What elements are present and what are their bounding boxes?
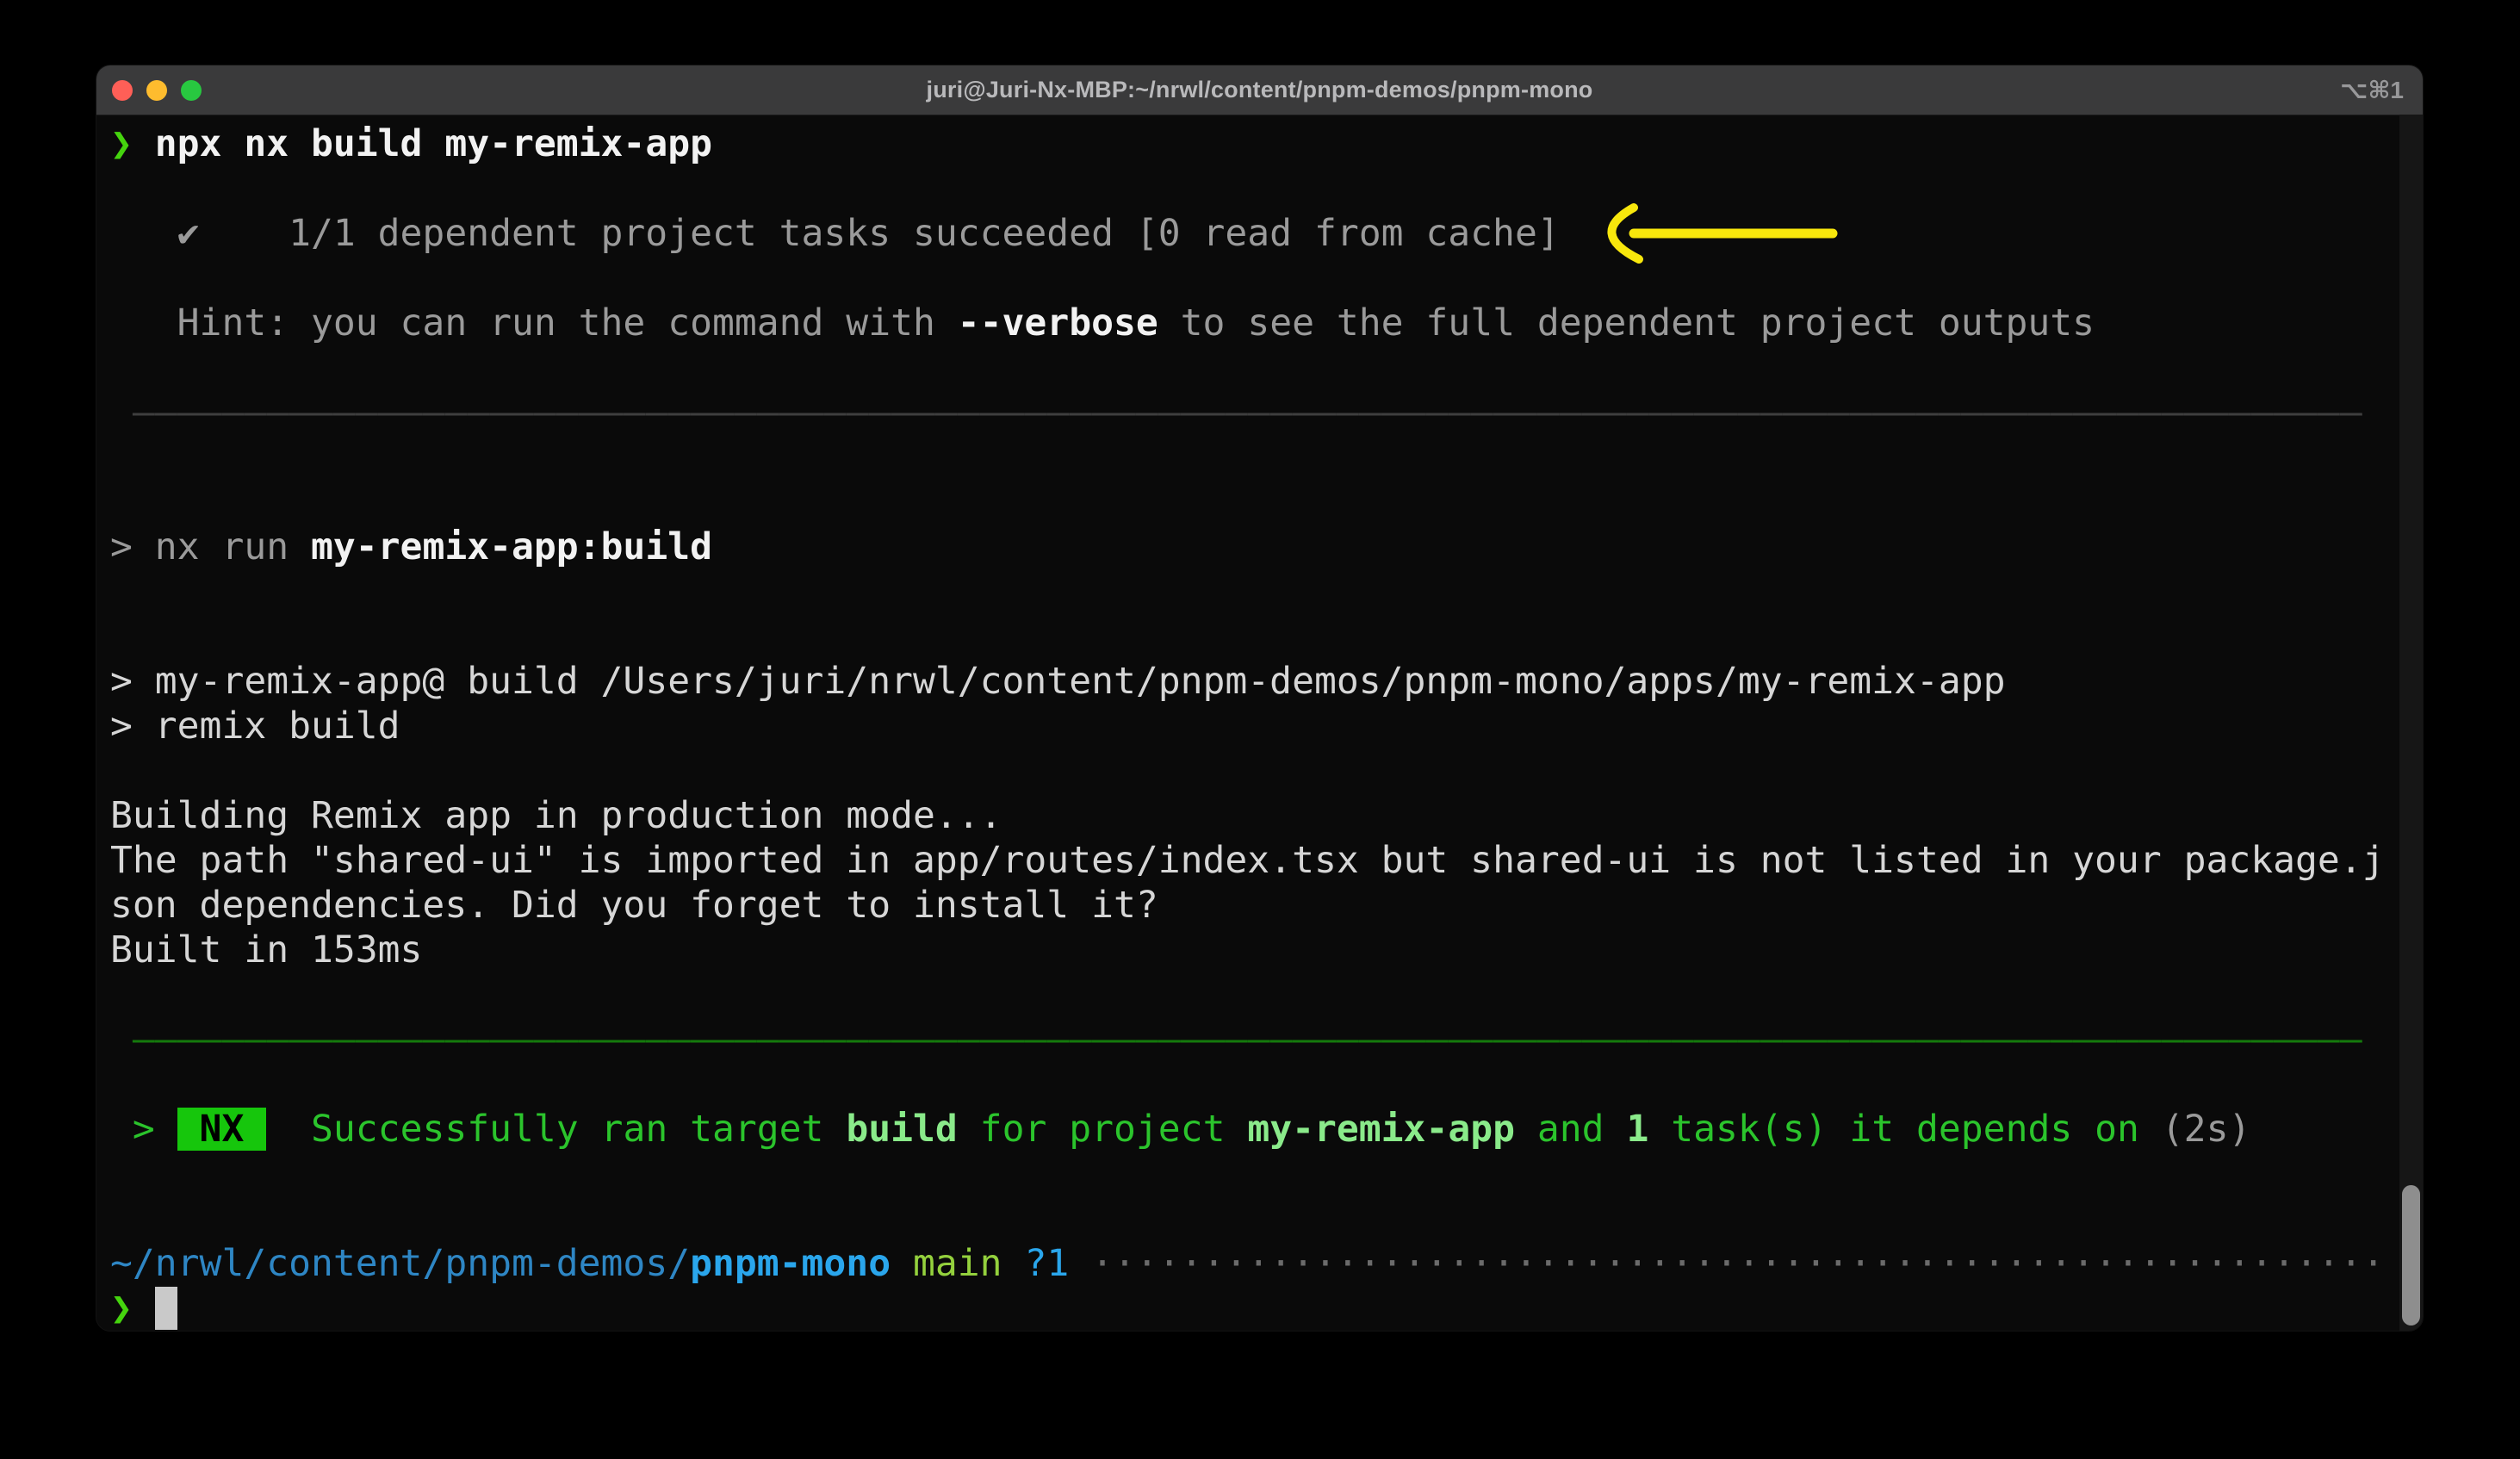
traffic-lights <box>112 65 202 115</box>
divider-row: ————————————————————————————————————————… <box>110 390 2399 435</box>
text-green: for project <box>958 1108 1248 1151</box>
cwd-dir: pnpm-mono <box>690 1242 891 1285</box>
zoom-button[interactable] <box>181 80 202 101</box>
yellow-arrow-annotation <box>1580 203 1839 264</box>
text-plain <box>133 122 155 165</box>
terminal-row <box>110 1152 2399 1196</box>
divider-green: ————————————————————————————————————————… <box>133 1018 2362 1061</box>
terminal-row <box>110 480 2399 525</box>
text-plain: The path "shared-ui" is imported in app/… <box>110 839 2385 882</box>
input-line: ❯ <box>110 1286 2399 1331</box>
text-greenbold: 1 <box>1626 1108 1648 1151</box>
scrollbar-thumb[interactable] <box>2402 1185 2420 1326</box>
terminal-row <box>110 256 2399 301</box>
window-title: juri@Juri-Nx-MBP:~/nrwl/content/pnpm-dem… <box>96 77 2423 103</box>
remix-build-line: > remix build <box>110 704 2399 748</box>
divider-dashed: ————————————————————————————————————————… <box>133 391 2362 434</box>
command-text: npx nx build my-remix-app <box>155 122 712 165</box>
terminal-row <box>110 435 2399 480</box>
prompt-chevron: ❯ <box>110 1287 133 1330</box>
text-dim: to see the full dependent project output… <box>1158 301 2095 345</box>
built-time-line: Built in 153ms <box>110 928 2399 972</box>
nx-badge: NX <box>177 1108 267 1151</box>
tab-shortcut-badge: ⌥⌘1 <box>2340 65 2404 115</box>
terminal-row <box>110 166 2399 211</box>
text-plain <box>1002 1242 1025 1285</box>
minimize-button[interactable] <box>146 80 167 101</box>
building-line: Building Remix app in production mode... <box>110 793 2399 838</box>
success-line: > NX Successfully ran target build for p… <box>110 1107 2399 1152</box>
cursor-block <box>155 1287 177 1330</box>
text-dim: Hint: you can run the command with <box>110 301 958 345</box>
text-green: > <box>110 1108 177 1151</box>
prompt-chevron: ❯ <box>110 122 133 165</box>
text-greenbold: my-remix-app <box>1247 1108 1515 1151</box>
text-green: and <box>1515 1108 1626 1151</box>
task-name: my-remix-app:build <box>311 525 712 568</box>
text-dim <box>110 212 177 255</box>
text-plain <box>1069 1242 1091 1285</box>
divider-row-green: ————————————————————————————————————————… <box>110 1017 2399 1062</box>
duration-text: (2s) <box>2162 1108 2251 1151</box>
terminal-row <box>110 1196 2399 1241</box>
git-branch: main <box>913 1242 1002 1285</box>
cwd-path: ~/nrwl/content/pnpm-demos/ <box>110 1242 690 1285</box>
nx-run-line: > nx run my-remix-app:build <box>110 525 2399 569</box>
text-green <box>266 1108 311 1151</box>
succeeded-text: 1/1 dependent project tasks succeeded [0… <box>200 212 1560 255</box>
terminal-output: ❯ npx nx build my-remix-app ✔ 1/1 depend… <box>96 115 2399 1331</box>
text-plain: > my-remix-app@ build /Users/juri/nrwl/c… <box>110 660 2006 703</box>
text-dim: > nx run <box>110 525 311 568</box>
terminal-row <box>110 1062 2399 1107</box>
command-line: ❯ npx nx build my-remix-app <box>110 121 2399 166</box>
terminal-row <box>110 748 2399 793</box>
text-plain <box>110 1018 133 1061</box>
npm-script-line: > my-remix-app@ build /Users/juri/nrwl/c… <box>110 659 2399 704</box>
terminal-row <box>110 972 2399 1017</box>
terminal-row <box>110 614 2399 659</box>
text-green: Successfully ran target <box>311 1108 846 1151</box>
text-dim <box>110 391 133 434</box>
shell-prompt-line: ~/nrwl/content/pnpm-demos/pnpm-mono main… <box>110 1241 2399 1286</box>
text-plain <box>133 1287 155 1330</box>
check-icon: ✔ <box>177 211 200 256</box>
verbose-flag: --verbose <box>958 301 1158 345</box>
hint-line: Hint: you can run the command with --ver… <box>110 301 2399 345</box>
terminal-window: juri@Juri-Nx-MBP:~/nrwl/content/pnpm-dem… <box>96 65 2423 1331</box>
terminal-row <box>110 569 2399 614</box>
text-plain: son dependencies. Did you forget to inst… <box>110 884 1158 927</box>
prompt-filler-dots: ········································… <box>1091 1242 2385 1285</box>
text-plain: Building Remix app in production mode... <box>110 794 1002 837</box>
title-bar[interactable]: juri@Juri-Nx-MBP:~/nrwl/content/pnpm-dem… <box>96 65 2423 115</box>
warning-line-1: The path "shared-ui" is imported in app/… <box>110 838 2399 883</box>
text-greenbold: build <box>846 1108 957 1151</box>
text-plain: Built in 153ms <box>110 928 422 972</box>
tasks-succeeded-line: ✔ 1/1 dependent project tasks succeeded … <box>110 211 2399 256</box>
warning-line-2: son dependencies. Did you forget to inst… <box>110 883 2399 928</box>
terminal-row <box>110 345 2399 390</box>
git-status: ?1 <box>1024 1242 1069 1285</box>
text-plain: > remix build <box>110 705 400 748</box>
text-green: task(s) it depends on <box>1648 1108 2161 1151</box>
text-plain <box>891 1242 913 1285</box>
close-button[interactable] <box>112 80 133 101</box>
scrollbar-track[interactable] <box>2399 115 2423 1331</box>
